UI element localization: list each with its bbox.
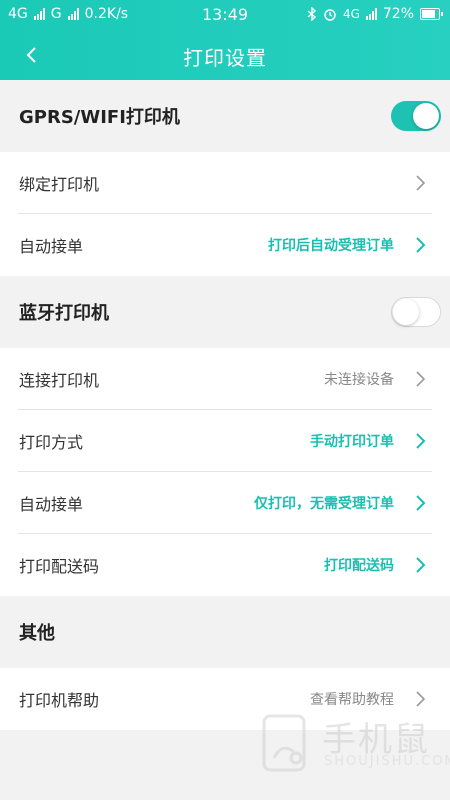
chevron-right-icon (416, 691, 426, 707)
section-gprs-wifi-printer: GPRS/WIFI打印机 (0, 80, 450, 152)
section-other: 其他 (0, 596, 450, 668)
row-label: 打印配送码 (19, 557, 100, 576)
alarm-icon (324, 9, 336, 21)
battery-percent: 72% (382, 6, 414, 22)
row-value: 打印后自动受理订单 (268, 238, 394, 254)
bluetooth-icon (307, 7, 316, 21)
watermark-text-en: SHOUJISHU.COM (324, 754, 450, 769)
toggle-knob (413, 103, 439, 129)
section-bluetooth-printer: 蓝牙打印机 (0, 276, 450, 348)
row-value: 打印配送码 (324, 558, 394, 574)
page-title: 打印设置 (183, 46, 267, 70)
row-auto-accept-gprs[interactable]: 自动接单 打印后自动受理订单 (0, 214, 450, 276)
chevron-right-icon (416, 495, 426, 511)
row-value: 仅打印，无需受理订单 (254, 496, 394, 512)
gprs-wifi-toggle[interactable] (391, 101, 441, 131)
bluetooth-toggle[interactable] (391, 297, 441, 327)
row-print-delivery-code[interactable]: 打印配送码 打印配送码 (0, 534, 450, 596)
section-title: GPRS/WIFI打印机 (19, 107, 180, 128)
section-title: 其他 (19, 623, 55, 644)
row-label: 连接打印机 (19, 371, 100, 390)
row-value: 未连接设备 (324, 372, 394, 388)
row-bind-printer[interactable]: 绑定打印机 (0, 152, 450, 214)
row-print-method[interactable]: 打印方式 手动打印订单 (0, 410, 450, 472)
row-auto-accept-bluetooth[interactable]: 自动接单 仅打印，无需受理订单 (0, 472, 450, 534)
row-label: 打印机帮助 (19, 691, 100, 710)
section-title: 蓝牙打印机 (19, 303, 109, 324)
chevron-right-icon (416, 433, 426, 449)
network-type-right: 4G (342, 7, 360, 21)
row-connect-printer[interactable]: 连接打印机 未连接设备 (0, 348, 450, 410)
chevron-right-icon (416, 371, 426, 387)
status-bar: 4G G 0.2K/s 13:49 4G 72% (0, 0, 450, 30)
watermark-logo-icon (262, 714, 306, 772)
signal-icon-3 (365, 8, 377, 20)
row-value: 查看帮助教程 (310, 692, 394, 708)
chevron-right-icon (416, 557, 426, 573)
row-label: 自动接单 (19, 237, 84, 256)
row-label: 打印方式 (19, 433, 84, 452)
row-label: 绑定打印机 (19, 175, 100, 194)
title-bar: 打印设置 (0, 30, 450, 80)
chevron-right-icon (416, 175, 426, 191)
chevron-right-icon (416, 237, 426, 253)
watermark: 手机鼠 SHOUJISHU.COM (260, 710, 450, 780)
settings-content: GPRS/WIFI打印机 绑定打印机 自动接单 打印后自动受理订单 蓝牙打印机 … (0, 80, 450, 730)
toggle-knob (393, 299, 419, 325)
row-value: 手动打印订单 (310, 434, 394, 450)
battery-icon (420, 8, 443, 20)
row-label: 自动接单 (19, 495, 84, 514)
